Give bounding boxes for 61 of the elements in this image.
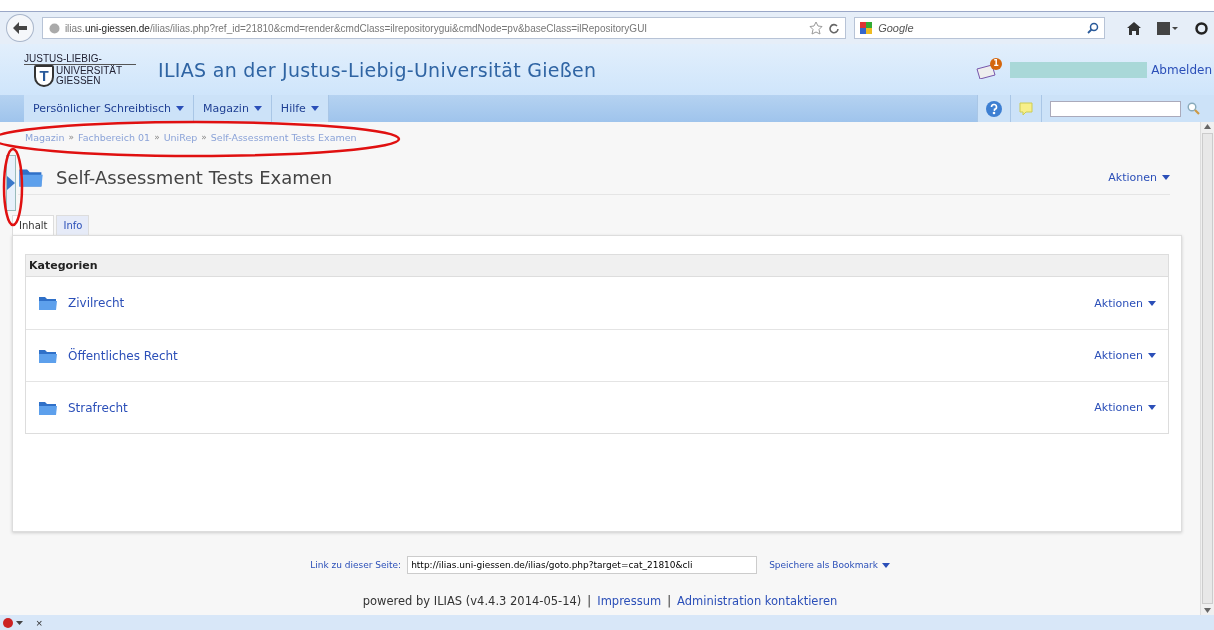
search-icon[interactable] [1087, 22, 1099, 34]
caret-icon [1148, 353, 1156, 358]
mail-count-badge: 1 [990, 57, 1003, 70]
caret-icon [1148, 405, 1156, 410]
permalink-field[interactable]: http://ilias.uni-giessen.de/ilias/goto.php?target=cat_21810&cli [407, 556, 758, 574]
footer-separator: | [587, 594, 592, 608]
search-field[interactable] [1050, 100, 1181, 117]
category-link[interactable]: Strafrecht [68, 400, 1085, 415]
footer-separator: | [667, 594, 672, 608]
scrollbar-thumb[interactable] [1202, 133, 1213, 604]
actions-menu[interactable]: Aktionen [1094, 296, 1156, 310]
close-button[interactable]: × [32, 616, 47, 629]
bookmark-menu[interactable]: Speichere als Bookmark [769, 560, 890, 570]
caret-icon [176, 106, 185, 111]
back-arrow-icon [12, 22, 27, 34]
back-button[interactable] [6, 14, 34, 42]
category-link[interactable]: Öffentliches Recht [68, 348, 1085, 363]
actions-menu[interactable]: Aktionen [1108, 171, 1170, 184]
caret-icon [1148, 300, 1156, 306]
scrollbar[interactable] [1200, 122, 1214, 615]
block-heading: Kategorien [26, 255, 1168, 277]
site-title: ILIAS an der Justus-Liebig-Universität Gießen [158, 58, 598, 81]
caret-icon [881, 562, 890, 568]
breadcrumb-separator: » [68, 132, 75, 143]
tab[interactable]: Inhalt [12, 215, 55, 235]
sidebar-toggle[interactable] [6, 155, 16, 211]
caret-icon [310, 106, 319, 111]
page-title: Self-Assessment Tests Examen [56, 167, 334, 188]
category-link[interactable]: Zivilrecht [68, 296, 1085, 310]
caret-icon [1162, 175, 1170, 180]
scroll-up-arrow-icon[interactable] [1204, 124, 1211, 129]
actions-menu[interactable]: Aktionen [1094, 401, 1156, 414]
adblock-icon[interactable] [2, 617, 26, 628]
scroll-down-arrow-icon[interactable] [1204, 608, 1211, 613]
breadcrumb-separator: » [201, 132, 207, 143]
actions-menu[interactable]: Aktionen [1094, 349, 1156, 362]
search-engine-icon [860, 22, 873, 34]
nav-menu[interactable]: Magazin [194, 95, 272, 122]
breadcrumb-separator: » [154, 132, 160, 143]
folder-icon [38, 399, 58, 416]
folder-icon [38, 295, 58, 311]
caret-icon [253, 106, 262, 111]
folder-icon [38, 347, 58, 364]
footer-link[interactable]: Administration kontaktieren [677, 594, 838, 608]
home-button[interactable] [1127, 21, 1141, 35]
powered-by-text: powered by ILIAS (v4.4.3 2014-05-14) [362, 594, 582, 608]
footer-link[interactable]: Impressum [597, 594, 662, 608]
address-bar[interactable]: ilias.uni-giessen.de/ilias/ilias.php?ref_id=21810&cmd=render&cmdClass=ilrepositorygui&cmdNode=pv&baseClass=ilRepositoryGUI [41, 17, 847, 39]
tab[interactable]: Info [56, 215, 90, 235]
star-icon[interactable] [809, 21, 824, 35]
nav-menu[interactable]: Persönlicher Schreibtisch [24, 95, 195, 122]
ring-icon[interactable] [1195, 21, 1208, 35]
search-bar[interactable]: Google [854, 17, 1105, 39]
triangle-icon [7, 176, 15, 190]
help-icon[interactable] [986, 100, 1002, 117]
logout-link[interactable]: Abmelden [1147, 62, 1214, 77]
nav-menu[interactable]: Hilfe [271, 95, 329, 122]
link-label: Link zu dieser Seite: [310, 560, 402, 570]
reload-icon[interactable] [828, 22, 840, 34]
bookmarks-button[interactable] [1157, 21, 1179, 35]
globe-icon [48, 22, 60, 34]
